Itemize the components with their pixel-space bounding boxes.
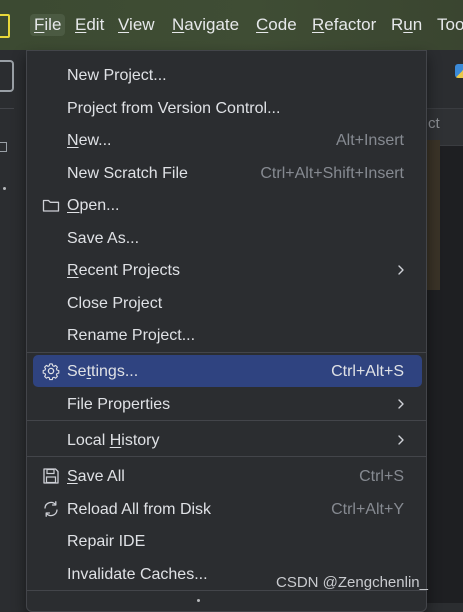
menu-item-label: Project from Version Control... <box>67 100 281 117</box>
chevron-right-icon <box>398 435 404 445</box>
menu-code-rest: ode <box>268 15 297 34</box>
mnemonic: H <box>109 432 122 449</box>
menu-view[interactable]: View <box>118 14 155 36</box>
label-rest: tings... <box>91 363 139 380</box>
menu-item-label: Local History <box>67 431 160 450</box>
menu-item-label: File Properties <box>67 396 171 413</box>
menu-run-pre: R <box>391 15 404 34</box>
menu-item-label: Open... <box>67 196 119 215</box>
menu-item-label: New... <box>67 131 111 150</box>
scroll-indicator <box>197 599 200 602</box>
label-pre: Local <box>67 432 110 449</box>
menu-item-label: New Scratch File <box>67 165 188 182</box>
menu-item-save-all[interactable]: Save All Ctrl+S <box>27 460 426 492</box>
menu-item-new-scratch-file[interactable]: New Scratch File Ctrl+Alt+Shift+Insert <box>27 157 426 189</box>
reload-icon <box>44 501 58 517</box>
menu-item-label: Repair IDE <box>67 533 146 550</box>
menu-item-label: Close Project <box>67 295 163 312</box>
menu-item-shortcut: Ctrl+Alt+Y <box>331 501 404 518</box>
app-logo-icon <box>0 14 10 38</box>
menu-item-open[interactable]: Open... <box>27 189 426 221</box>
gear-icon <box>42 363 60 381</box>
menu-item-label: Invalidate Caches... <box>67 566 208 583</box>
menu-item-file-properties[interactable]: File Properties <box>27 388 426 420</box>
menu-view-rest: iew <box>129 15 155 34</box>
project-tool-icon[interactable] <box>0 60 14 92</box>
menu-item-local-history[interactable]: Local History <box>27 424 426 456</box>
label-pre: Se <box>67 363 87 380</box>
menu-item-label: Save All <box>67 467 125 486</box>
save-icon <box>43 468 59 484</box>
menu-item-close-project[interactable]: Close Project <box>27 287 426 319</box>
main-menu-bar: File Edit View Navigate Code Refactor Ru… <box>0 0 463 50</box>
menu-item-shortcut: Ctrl+Alt+Shift+Insert <box>260 165 404 182</box>
menu-item-new[interactable]: New... Alt+Insert <box>27 124 426 156</box>
menu-item-project-from-vcs[interactable]: Project from Version Control... <box>27 92 426 124</box>
menu-edit-mnemonic: E <box>75 15 87 34</box>
menu-item-label: New Project... <box>67 67 167 84</box>
menu-item-reload-all[interactable]: Reload All from Disk Ctrl+Alt+Y <box>27 493 426 525</box>
watermark: CSDN @Zengchenlin_ <box>276 574 428 591</box>
chevron-right-icon <box>398 399 404 409</box>
menu-file-mnemonic: F <box>34 15 45 34</box>
mnemonic: S <box>67 468 78 485</box>
menu-separator <box>27 420 426 421</box>
menu-item-repair-ide[interactable]: Repair IDE <box>27 525 426 557</box>
menu-view-mnemonic: V <box>118 15 130 34</box>
more-tools-icon[interactable] <box>3 187 6 190</box>
menu-run-mnemonic: u <box>403 15 413 34</box>
left-tool-strip <box>0 50 16 603</box>
file-menu-dropdown: New Project... Project from Version Cont… <box>26 50 427 612</box>
menu-separator <box>27 352 426 353</box>
menu-tools-label: Too <box>437 15 463 34</box>
tool-strip-divider <box>0 108 14 109</box>
chevron-right-icon <box>398 265 404 275</box>
menu-item-save-as[interactable]: Save As... <box>27 222 426 254</box>
menu-refactor-mnemonic: R <box>312 15 325 34</box>
mnemonic: O <box>67 197 80 214</box>
structure-tool-icon[interactable] <box>0 142 7 152</box>
editor-toolbar <box>426 50 463 108</box>
menu-navigate-rest: avigate <box>184 15 240 34</box>
menu-item-label: Rename Project... <box>67 327 196 344</box>
menu-item-rename-project[interactable]: Rename Project... <box>27 319 426 351</box>
menu-code[interactable]: Code <box>256 14 297 36</box>
mnemonic: R <box>67 262 79 279</box>
menu-refactor-rest: efactor <box>324 15 377 34</box>
menu-item-new-project[interactable]: New Project... <box>27 59 426 91</box>
menu-run[interactable]: Run <box>391 14 422 36</box>
menu-item-shortcut: Ctrl+S <box>359 468 404 485</box>
menu-item-shortcut: Ctrl+Alt+S <box>331 363 404 380</box>
menu-edit[interactable]: Edit <box>75 14 104 36</box>
menu-item-label: Reload All from Disk <box>67 501 212 518</box>
menu-item-label: Save As... <box>67 230 140 247</box>
menu-item-label: Recent Projects <box>67 261 180 280</box>
label-rest: ecent Projects <box>78 262 180 279</box>
menu-item-shortcut: Alt+Insert <box>335 132 404 149</box>
menu-item-recent-projects[interactable]: Recent Projects <box>27 254 426 286</box>
label-rest: pen... <box>79 197 120 214</box>
menu-navigate-mnemonic: N <box>172 15 185 34</box>
menu-item-settings[interactable]: Settings... Ctrl+Alt+S <box>27 355 426 387</box>
menu-item-label: Settings... <box>67 362 138 381</box>
menu-file[interactable]: File <box>30 14 66 36</box>
mnemonic: N <box>67 132 79 149</box>
menu-tools[interactable]: Too <box>437 14 463 36</box>
label-rest: ew... <box>78 132 112 149</box>
python-icon <box>455 64 463 78</box>
menu-code-mnemonic: C <box>256 15 269 34</box>
folder-icon <box>42 199 60 212</box>
menu-edit-rest: dit <box>86 15 105 34</box>
menu-run-post: n <box>412 15 423 34</box>
editor-highlight <box>426 140 440 290</box>
label-rest: ave All <box>77 468 125 485</box>
menu-navigate[interactable]: Navigate <box>172 14 239 36</box>
menu-file-rest: ile <box>44 15 62 34</box>
menu-separator <box>27 456 426 457</box>
menu-refactor[interactable]: Refactor <box>312 14 376 36</box>
editor-tab-label: ct <box>428 115 440 132</box>
label-rest: istory <box>121 432 160 449</box>
